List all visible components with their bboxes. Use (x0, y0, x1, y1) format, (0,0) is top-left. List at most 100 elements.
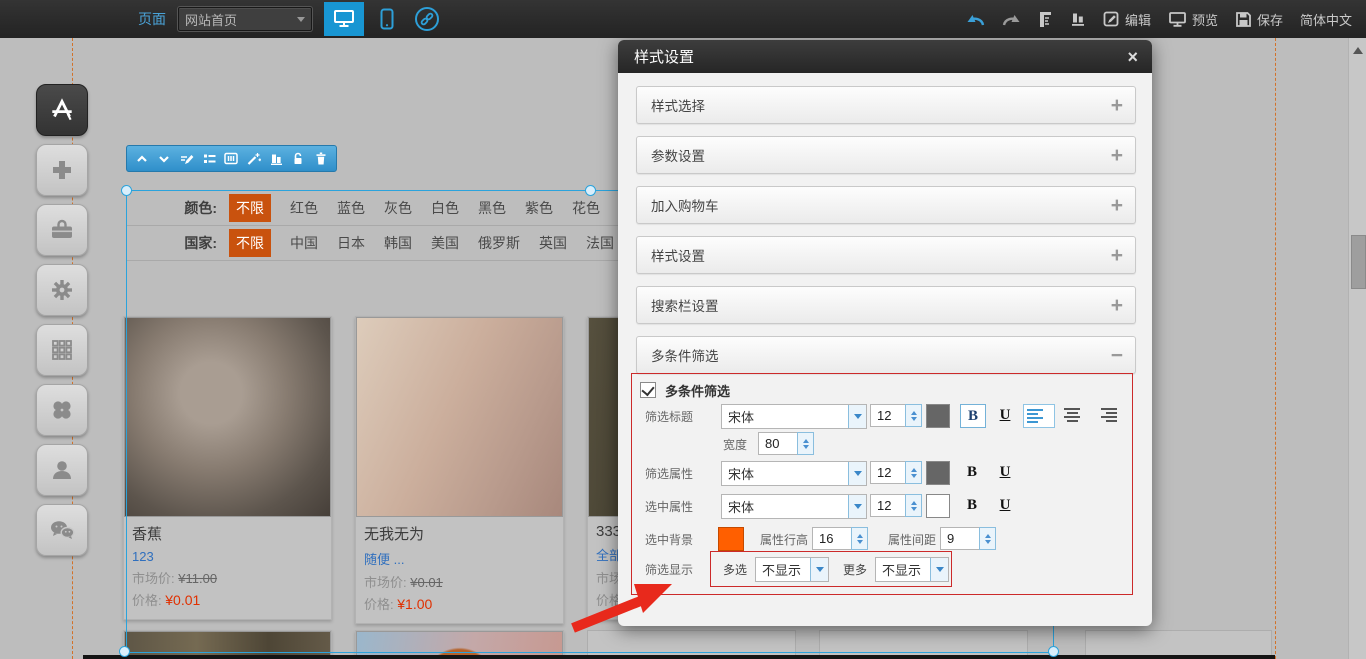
edit-content-button[interactable] (178, 149, 196, 169)
section-add-to-cart[interactable]: 加入购物车 + (636, 186, 1136, 224)
scrollbar-thumb[interactable] (1351, 235, 1366, 289)
stepper-arrows-icon[interactable] (979, 527, 996, 550)
sidebar-item-member[interactable] (36, 444, 88, 496)
move-down-button[interactable] (155, 149, 173, 169)
sidebar-item-components[interactable] (36, 384, 88, 436)
stats-button[interactable] (1070, 11, 1086, 27)
chevron-down-icon (930, 558, 948, 581)
more-display-select[interactable]: 不显示 (875, 557, 949, 582)
delete-button[interactable] (312, 149, 330, 169)
sidebar-item-settings[interactable] (36, 264, 88, 316)
font-size-input[interactable] (870, 461, 905, 484)
sidebar-item-toolbox[interactable] (36, 204, 88, 256)
desktop-view-button[interactable] (324, 2, 364, 36)
align-right-button[interactable] (1090, 404, 1120, 426)
font-color-swatch[interactable] (926, 494, 950, 518)
section-style-settings[interactable]: 样式设置 + (636, 236, 1136, 274)
spacing-input[interactable] (940, 527, 979, 550)
row-label: 筛选显示 (645, 561, 693, 578)
gear-icon (49, 277, 75, 303)
underline-button[interactable]: U (993, 404, 1017, 426)
font-family-select[interactable]: 宋体 (721, 461, 867, 486)
width-stepper[interactable] (758, 432, 814, 455)
tune-sliders-button[interactable] (222, 149, 240, 169)
sidebar-item-add-module[interactable] (36, 144, 88, 196)
multi-select-display-select[interactable]: 不显示 (755, 557, 829, 582)
redo-button[interactable] (1002, 12, 1021, 27)
font-size-input[interactable] (870, 404, 905, 427)
mobile-view-button[interactable] (376, 2, 398, 36)
edit-button[interactable]: 编辑 (1103, 10, 1151, 29)
bold-button[interactable]: B (960, 461, 984, 483)
save-button[interactable]: 保存 (1235, 10, 1283, 29)
stepper-arrows-icon[interactable] (905, 494, 922, 517)
undo-button[interactable] (966, 12, 985, 27)
preview-button[interactable]: 预览 (1168, 10, 1218, 29)
selection-handle-bottom-left[interactable] (119, 646, 130, 657)
align-left-button[interactable] (1023, 404, 1055, 428)
font-color-swatch[interactable] (926, 404, 950, 428)
font-size-stepper[interactable] (870, 494, 922, 517)
selection-handle-top-left[interactable] (121, 185, 132, 196)
row-label: 选中属性 (645, 498, 693, 515)
section-parameters[interactable]: 参数设置 + (636, 136, 1136, 174)
plus-icon[interactable]: + (1111, 145, 1123, 166)
row-label: 选中背景 (645, 531, 693, 548)
font-family-select[interactable]: 宋体 (721, 404, 867, 429)
font-size-input[interactable] (870, 494, 905, 517)
group-label: 多条件筛选 (665, 381, 730, 400)
bold-button[interactable]: B (960, 404, 986, 428)
move-up-button[interactable] (133, 149, 151, 169)
selection-handle-bottom-right[interactable] (1048, 646, 1059, 657)
section-style-select[interactable]: 样式选择 + (636, 86, 1136, 124)
sidebar-item-design-tools[interactable] (36, 84, 88, 136)
checkbox-checked[interactable] (640, 382, 656, 398)
bold-button[interactable]: B (960, 494, 984, 516)
stepper-arrows-icon[interactable] (797, 432, 814, 455)
align-center-button[interactable] (1057, 404, 1087, 426)
close-icon[interactable]: × (1127, 48, 1138, 66)
width-row: 宽度 (723, 432, 747, 456)
sidebar-item-wechat[interactable] (36, 504, 88, 556)
user-icon (49, 457, 75, 483)
row-label: 更多 (843, 561, 867, 578)
link-button[interactable] (410, 2, 444, 36)
language-switch[interactable]: 简体中文 (1300, 10, 1352, 29)
list-settings-button[interactable] (200, 149, 218, 169)
preview-label: 预览 (1192, 10, 1218, 29)
width-input[interactable] (758, 432, 797, 455)
filter-title-row: 筛选标题 (645, 404, 693, 428)
ruler-button[interactable] (1038, 11, 1053, 28)
row-label: 筛选标题 (645, 408, 693, 425)
underline-button[interactable]: U (993, 461, 1017, 483)
plus-icon[interactable]: + (1111, 295, 1123, 316)
spacing-stepper[interactable] (940, 527, 996, 550)
line-height-input[interactable] (812, 527, 851, 550)
font-size-stepper[interactable] (870, 461, 922, 484)
lock-button[interactable] (289, 149, 307, 169)
background-color-swatch[interactable] (718, 527, 744, 551)
line-height-stepper[interactable] (812, 527, 868, 550)
panel-header[interactable]: 样式设置 × (618, 40, 1152, 73)
font-family-select[interactable]: 宋体 (721, 494, 867, 519)
selection-handle-top-center[interactable] (585, 185, 596, 196)
underline-button[interactable]: U (993, 494, 1017, 516)
plus-icon[interactable]: + (1111, 195, 1123, 216)
section-multi-filter[interactable]: 多条件筛选 − (636, 336, 1136, 374)
minus-icon[interactable]: − (1111, 345, 1123, 366)
magic-wand-button[interactable] (245, 149, 263, 169)
font-size-stepper[interactable] (870, 404, 922, 427)
stepper-arrows-icon[interactable] (851, 527, 868, 550)
plus-icon[interactable]: + (1111, 95, 1123, 116)
plus-icon[interactable]: + (1111, 245, 1123, 266)
font-color-swatch[interactable] (926, 461, 950, 485)
scroll-up-icon[interactable] (1353, 42, 1363, 54)
section-search-bar[interactable]: 搜索栏设置 + (636, 286, 1136, 324)
filter-attr-row: 筛选属性 (645, 461, 693, 485)
stepper-arrows-icon[interactable] (905, 461, 922, 484)
stats-chart-button[interactable] (267, 149, 285, 169)
canvas-scrollbar[interactable] (1348, 38, 1366, 659)
sidebar-item-modules-grid[interactable] (36, 324, 88, 376)
stepper-arrows-icon[interactable] (905, 404, 922, 427)
page-select[interactable]: 网站首页 (178, 7, 312, 31)
